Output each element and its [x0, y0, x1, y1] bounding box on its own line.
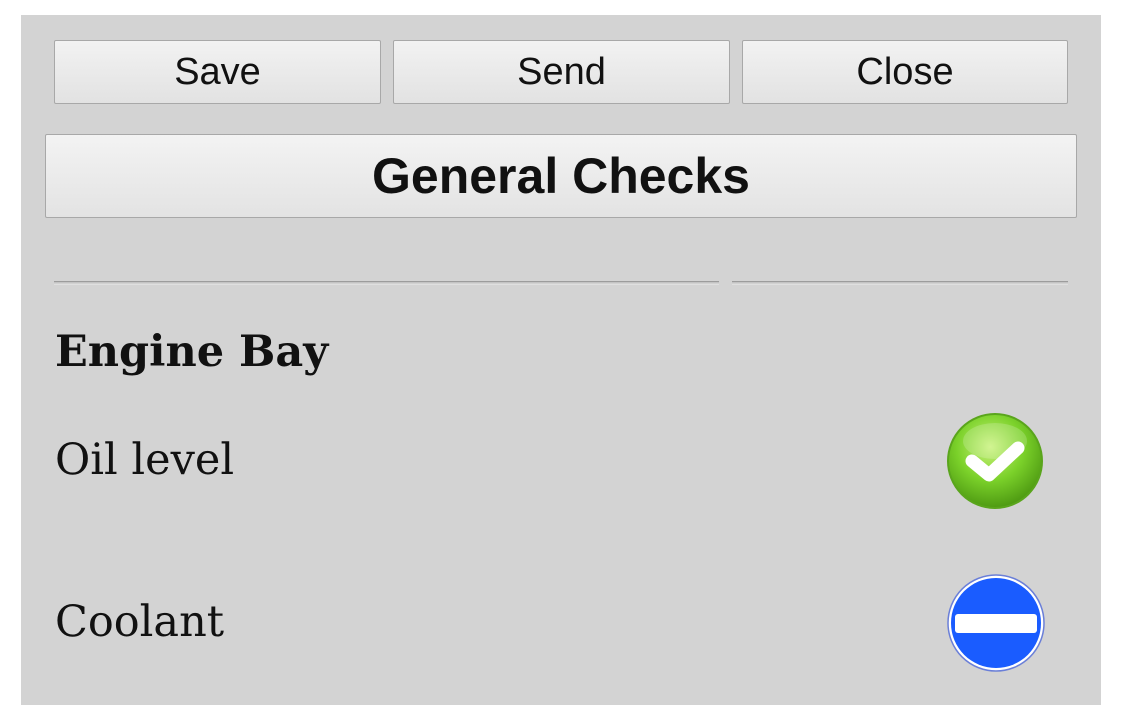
section-title: Engine Bay [55, 327, 329, 377]
check-item-label-oil-level: Oil level [55, 435, 235, 485]
divider-right [732, 281, 1068, 285]
no-entry-icon[interactable] [946, 573, 1046, 673]
divider-left [54, 281, 719, 285]
checklist-panel: Save Send Close General Checks Engine Ba… [21, 15, 1101, 705]
send-button-label: Send [517, 50, 606, 93]
check-item-label-coolant: Coolant [55, 597, 225, 647]
save-button[interactable]: Save [54, 40, 381, 104]
save-button-label: Save [174, 50, 261, 93]
close-button-label: Close [856, 50, 954, 93]
page-title: General Checks [372, 148, 750, 204]
send-button[interactable]: Send [393, 40, 730, 104]
page-title-bar: General Checks [45, 134, 1077, 218]
check-icon[interactable] [945, 411, 1045, 511]
close-button[interactable]: Close [742, 40, 1068, 104]
